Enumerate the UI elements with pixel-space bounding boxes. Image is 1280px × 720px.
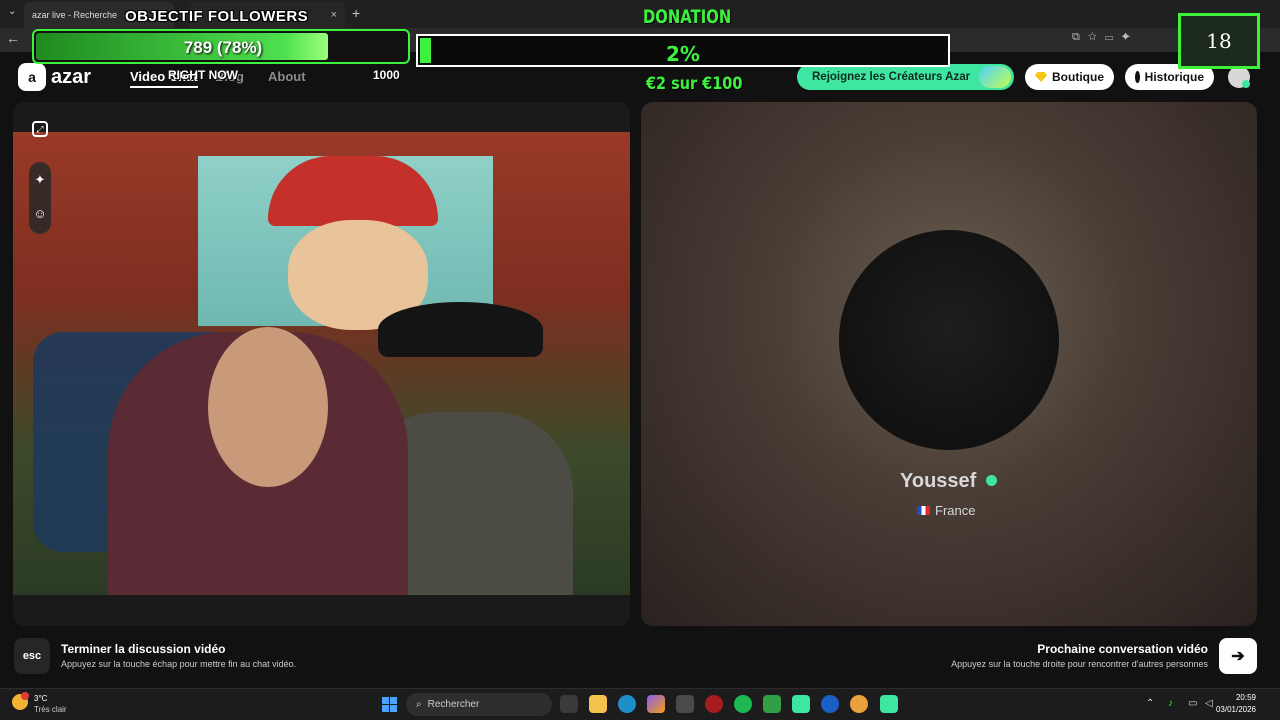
end-chat-title: Terminer la discussion vidéo: [61, 642, 226, 656]
boutique-label: Boutique: [1052, 70, 1104, 84]
face-filter-icon[interactable]: ☺: [29, 206, 51, 221]
new-tab-button[interactable]: +: [352, 5, 360, 21]
donation-percent: 2%: [666, 42, 700, 66]
right-now-label: RIGHT NOW: [168, 68, 238, 82]
taskbar-time[interactable]: 20:59: [1236, 693, 1256, 702]
network-icon[interactable]: ▭: [1188, 698, 1197, 709]
age-rating-badge: 18: [1178, 13, 1260, 69]
windows-start-icon[interactable]: [382, 697, 397, 712]
spotify-icon[interactable]: [734, 695, 752, 713]
taskbar-date[interactable]: 03/01/2026: [1216, 705, 1256, 714]
end-chat-hint: Appuyez sur la touche échap pour mettre …: [61, 659, 297, 669]
camera-tools: ✦ ☺: [29, 162, 51, 234]
chat-app-icon[interactable]: [792, 695, 810, 713]
donation-goal-bar: 2%: [416, 34, 950, 67]
expand-icon[interactable]: ⤢: [32, 121, 48, 137]
verified-icon: [986, 475, 997, 486]
boutique-button[interactable]: Boutique: [1025, 64, 1114, 90]
volume-icon[interactable]: ◁: [1205, 698, 1213, 709]
history-label: Historique: [1144, 70, 1204, 84]
donation-label: DONATION: [643, 6, 732, 28]
peer-country-label: France: [935, 503, 976, 518]
next-chat-title: Prochaine conversation vidéo: [1037, 642, 1208, 656]
browser-toolbar-icons[interactable]: ⧉☆▭✦: [1072, 31, 1138, 44]
self-camera-panel: [13, 102, 630, 626]
gem-icon: [1035, 72, 1047, 82]
clock-icon: [1135, 71, 1142, 83]
copilot-icon[interactable]: [647, 695, 665, 713]
sparkle-effects-icon[interactable]: ✦: [29, 172, 51, 188]
app-c-icon[interactable]: [821, 695, 839, 713]
self-camera-feed: [13, 132, 630, 595]
windows-taskbar: [0, 688, 1280, 720]
followers-goal-bar: 789 (78%): [32, 29, 410, 64]
azar-taskbar-icon[interactable]: [880, 695, 898, 713]
azar-logo-icon: a: [18, 63, 46, 91]
arrow-right-icon: ➔: [1231, 648, 1245, 665]
weather-description[interactable]: Très clair: [34, 705, 67, 714]
donation-amount: €2 sur €100: [646, 74, 743, 94]
nav-about[interactable]: About: [268, 69, 306, 84]
followers-value: 789 (78%): [183, 38, 263, 57]
search-icon: ⌕: [416, 699, 422, 710]
goal-count: 1000: [373, 68, 400, 82]
peer-country: France: [917, 503, 975, 518]
tray-chevron-icon[interactable]: ⌃: [1146, 698, 1154, 709]
online-status-dot: [1242, 80, 1250, 88]
tab-list-chevron-icon[interactable]: ⌄: [8, 6, 16, 17]
app-red-icon[interactable]: [705, 695, 723, 713]
peer-avatar: [839, 230, 1059, 450]
join-creators-button[interactable]: Rejoignez les Créateurs Azar: [797, 64, 1014, 90]
person-left-head: [208, 327, 328, 487]
weather-alert-badge: [21, 692, 29, 700]
file-explorer-icon[interactable]: [589, 695, 607, 713]
azar-logo[interactable]: a azar: [18, 63, 91, 91]
weather-temperature[interactable]: 3°C: [34, 694, 47, 703]
chrome-icon[interactable]: [850, 695, 868, 713]
microphone-icon[interactable]: ♪: [1168, 698, 1173, 709]
black-hat: [378, 302, 543, 357]
task-view-icon[interactable]: [560, 695, 578, 713]
peer-name: Youssef: [900, 470, 977, 492]
back-arrow-icon[interactable]: ←: [6, 30, 20, 46]
close-icon[interactable]: ×: [331, 9, 337, 21]
creators-badge-icon: [979, 66, 1011, 88]
taskbar-search-placeholder: Rechercher: [427, 699, 480, 710]
next-chat-button[interactable]: ➔: [1219, 638, 1257, 674]
store-icon[interactable]: [676, 695, 694, 713]
france-flag-icon: [917, 506, 930, 515]
end-chat-button[interactable]: esc: [14, 638, 50, 674]
xbox-icon[interactable]: [763, 695, 781, 713]
join-creators-label: Rejoignez les Créateurs Azar: [812, 71, 971, 83]
logo-text: azar: [51, 65, 92, 88]
followers-goal-label: OBJECTIF FOLLOWERS: [125, 8, 309, 25]
taskbar-search[interactable]: ⌕ Rechercher: [406, 693, 552, 716]
next-chat-hint: Appuyez sur la touche droite pour rencon…: [951, 659, 1208, 669]
tab-title: azar live - Recherche: [32, 10, 118, 20]
edge-browser-icon[interactable]: [618, 695, 636, 713]
